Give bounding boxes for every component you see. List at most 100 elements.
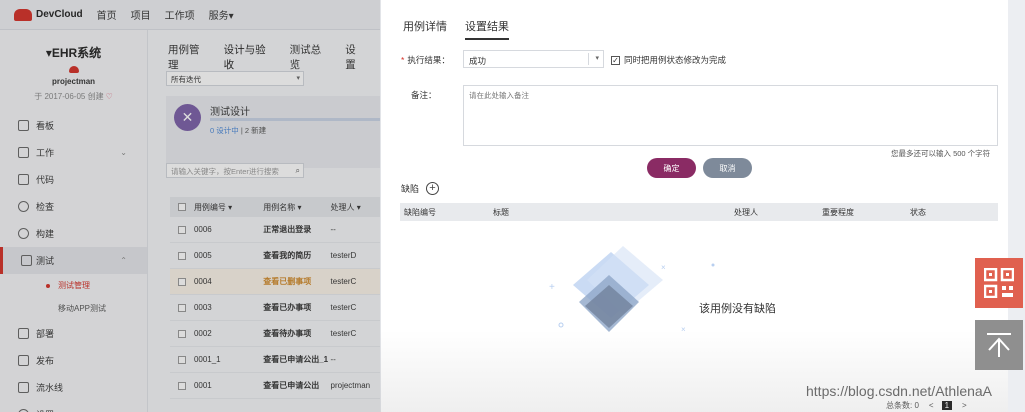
sidebar-item-check[interactable]: 检查: [0, 193, 147, 220]
cell-assignee: testerC: [330, 303, 357, 312]
tab-set-result[interactable]: 设置结果: [465, 18, 509, 40]
cancel-button[interactable]: 取消: [703, 158, 752, 178]
sidebar-item-label: 流水线: [36, 383, 64, 393]
cell-case-name[interactable]: 查看已办事项: [263, 302, 330, 313]
current-page[interactable]: 1: [941, 401, 953, 410]
next-page-button[interactable]: >: [962, 401, 967, 410]
test-icon: [21, 255, 32, 266]
table-row[interactable]: 0002 查看待办事项 testerC: [170, 321, 380, 347]
table-row[interactable]: 0001_1 查看已申请公出_1 --: [170, 347, 380, 373]
defect-label: 缺陷: [401, 184, 420, 194]
sidebar-item-build[interactable]: 构建: [0, 220, 147, 247]
case-table: 用例编号 ▾ 用例名称 ▾ 处理人 ▾ 0006 正常退出登录 -- 0005 查看我…: [170, 197, 380, 399]
cell-case-name[interactable]: 查看待办事项: [263, 328, 330, 339]
char-count-hint: 您最多还可以输入 500 个字符: [891, 149, 991, 158]
svg-text:+: +: [549, 282, 555, 293]
table-row[interactable]: 0001 查看已申请公出 projectman: [170, 373, 380, 399]
row-checkbox[interactable]: [178, 251, 186, 260]
table-row[interactable]: 0005 查看我的简历 testerD: [170, 243, 380, 269]
document-icon: [18, 147, 29, 158]
sidebar-item-code[interactable]: 代码: [0, 166, 147, 193]
search-icon[interactable]: ⌕: [296, 166, 300, 176]
result-select[interactable]: 成功 ▾: [463, 50, 604, 68]
back-to-top-button[interactable]: [975, 320, 1023, 370]
row-checkbox[interactable]: [178, 303, 186, 312]
set-result-panel: 用例详情 设置结果 * 执行结果： 成功 ▾ ✓ 同时把用例状态修改为完成 备注：…: [380, 0, 1008, 412]
table-row[interactable]: 0004 查看已删事项 testerC: [170, 269, 380, 295]
sidebar-subitem-test-management[interactable]: 测试管理: [0, 274, 147, 297]
cell-case-name[interactable]: 查看已删事项: [263, 276, 330, 287]
select-all-checkbox[interactable]: [178, 203, 186, 211]
table-row[interactable]: 0003 查看已办事项 testerC: [170, 295, 380, 321]
pipeline-icon: [18, 382, 29, 393]
header-assignee[interactable]: 处理人 ▾: [331, 202, 380, 213]
iteration-select-value: 所有迭代: [171, 75, 201, 84]
huawei-logo-icon: [14, 8, 32, 21]
cell-case-name[interactable]: 查看已申请公出: [263, 380, 330, 391]
sync-status-checkbox[interactable]: ✓ 同时把用例状态修改为完成: [611, 54, 726, 66]
checkbox-checked-icon[interactable]: ✓: [611, 55, 620, 65]
project-created-text: 于 2017-06-05 创建: [34, 92, 104, 101]
project-title[interactable]: ▾EHR系统: [0, 44, 147, 61]
nav-services[interactable]: 服务▾: [209, 7, 234, 22]
defect-section-header: 缺陷 +: [401, 182, 440, 195]
add-defect-icon[interactable]: +: [426, 182, 440, 195]
cell-case-name[interactable]: 查看我的简历: [263, 250, 330, 261]
qr-code-button[interactable]: [975, 258, 1023, 308]
sidebar-item-dashboard[interactable]: 看板: [0, 112, 147, 139]
chevron-down-icon: ⌄: [120, 148, 127, 157]
design-stats: 0 设计中 | 2 新建: [210, 125, 266, 136]
arrow-up-icon: [987, 333, 1011, 357]
header-severity: 重要程度: [822, 207, 854, 217]
header-case-id[interactable]: 用例编号 ▾: [194, 202, 263, 213]
header-case-name[interactable]: 用例名称 ▾: [263, 202, 330, 213]
header-status: 状态: [910, 207, 926, 217]
sidebar-item-settings[interactable]: 设置: [0, 401, 147, 412]
gear-icon: [18, 228, 29, 239]
sidebar-item-test[interactable]: 测试 ⌃: [0, 247, 147, 274]
row-checkbox[interactable]: [178, 277, 186, 286]
heart-icon[interactable]: ♡: [106, 92, 113, 101]
header-title: 标题: [493, 207, 509, 217]
devcloud-logo[interactable]: DevCloud: [14, 8, 83, 21]
cell-case-name[interactable]: 查看已申请公出_1: [263, 354, 330, 365]
sidebar-item-label: 测试: [36, 256, 55, 266]
iteration-select[interactable]: 所有迭代 ▾: [166, 71, 304, 86]
remark-textarea[interactable]: [463, 85, 998, 146]
prev-page-button[interactable]: <: [929, 401, 934, 410]
project-created: 于 2017-06-05 创建 ♡: [0, 91, 147, 102]
table-row[interactable]: 0006 正常退出登录 --: [170, 217, 380, 243]
cell-case-name[interactable]: 正常退出登录: [263, 224, 330, 235]
tab-settings[interactable]: 设置: [345, 42, 366, 79]
search-input[interactable]: 请输入关键字，按Enter进行搜索 ⌕: [166, 163, 304, 178]
row-checkbox[interactable]: [178, 225, 186, 234]
sidebar-item-release[interactable]: 发布: [0, 347, 147, 374]
sidebar-item-deploy[interactable]: 部署: [0, 320, 147, 347]
row-checkbox[interactable]: [178, 329, 186, 338]
cell-case-id: 0006: [193, 225, 212, 234]
sidebar-item-label: 看板: [36, 121, 55, 131]
chevron-up-icon: ⌃: [120, 256, 127, 265]
svg-text:×: ×: [661, 263, 666, 272]
cell-assignee: testerD: [330, 251, 357, 260]
sidebar-item-work[interactable]: 工作 ⌄: [0, 139, 147, 166]
design-progress-bar: [210, 118, 380, 121]
sidebar-subitem-mobile-app-test[interactable]: 移动APP测试: [0, 297, 147, 320]
cell-assignee: --: [330, 225, 336, 234]
confirm-button[interactable]: 确定: [647, 158, 696, 178]
test-design-card[interactable]: ✕ 测试设计 0 设计中 | 2 新建: [166, 96, 380, 168]
sidebar-item-label: 发布: [36, 356, 55, 366]
tab-case-details[interactable]: 用例详情: [403, 18, 447, 40]
sidebar-item-label: 构建: [36, 229, 55, 239]
nav-work-items[interactable]: 工作项: [165, 7, 195, 22]
nav-project[interactable]: 项目: [131, 7, 151, 22]
row-checkbox[interactable]: [178, 381, 186, 390]
project-logo-icon: [68, 66, 79, 73]
release-icon: [18, 355, 29, 366]
sidebar-item-pipeline[interactable]: 流水线: [0, 374, 147, 401]
design-card-title: 测试设计: [210, 107, 250, 118]
result-select-value: 成功: [469, 56, 487, 66]
row-checkbox[interactable]: [178, 355, 186, 364]
sidebar-item-label: 工作: [36, 148, 55, 158]
nav-home[interactable]: 首页: [97, 7, 117, 22]
